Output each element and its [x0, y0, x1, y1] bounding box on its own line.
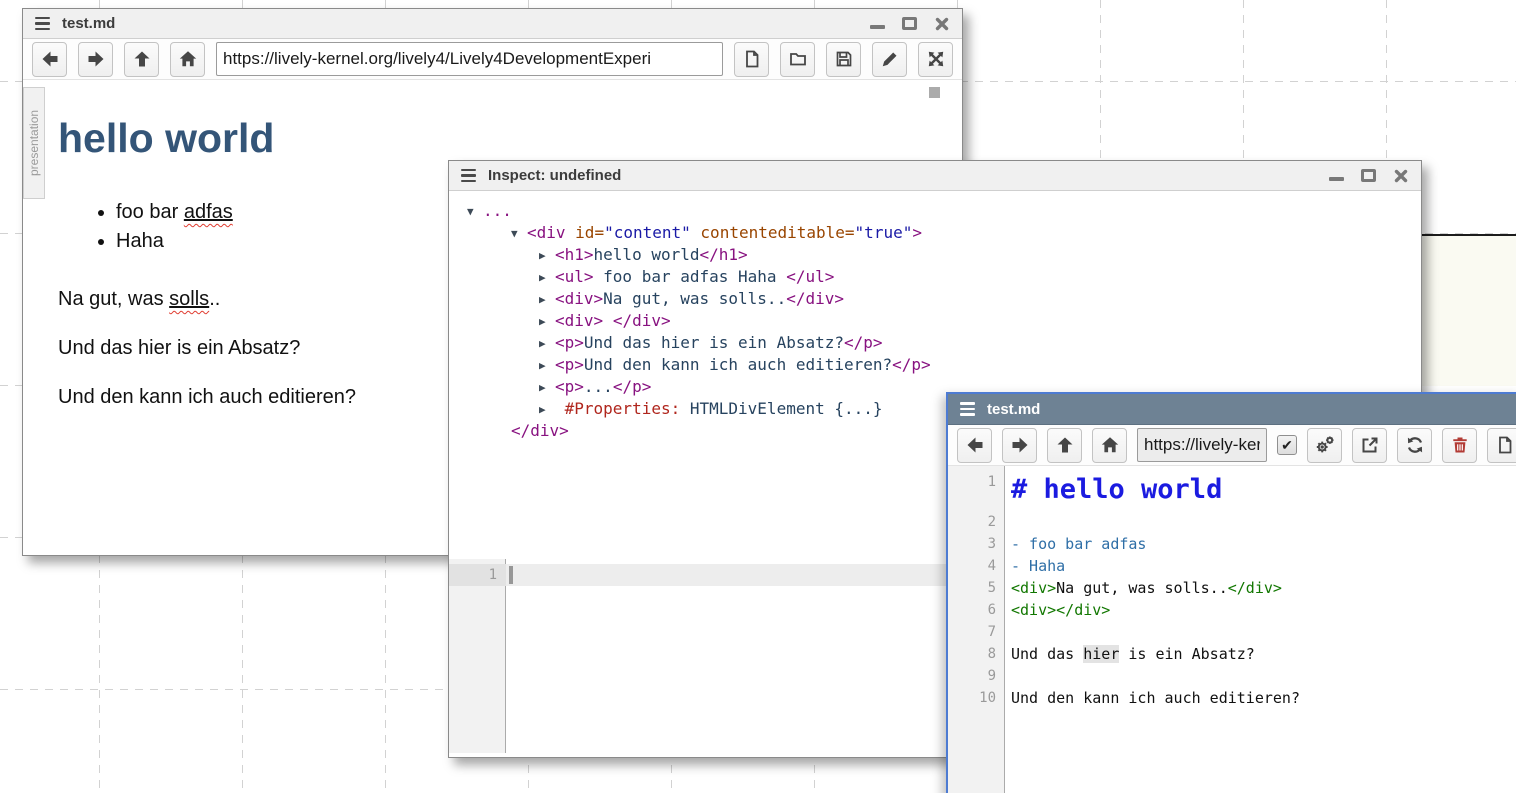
- line-number: 5: [948, 577, 1005, 599]
- editor-line: 6<div></div>: [948, 599, 1516, 621]
- menu-icon[interactable]: [461, 169, 476, 183]
- preview-heading: hello world: [58, 115, 942, 162]
- folder-button[interactable]: [780, 42, 815, 77]
- text-cursor: [509, 566, 513, 584]
- expand-arrow-icon[interactable]: ▶: [539, 355, 555, 377]
- back-button[interactable]: [957, 428, 992, 463]
- expand-arrow-icon[interactable]: ▶: [539, 267, 555, 289]
- window1-titlebar[interactable]: test.md: [23, 9, 962, 39]
- expand-arrow-icon[interactable]: ▼: [467, 201, 483, 223]
- forward-button[interactable]: [1002, 428, 1037, 463]
- expand-arrow-icon[interactable]: ▶: [539, 289, 555, 311]
- editor-line: 7: [948, 621, 1516, 643]
- editor-line: 8Und das hier is ein Absatz?: [948, 643, 1516, 665]
- tree-line[interactable]: ▶<ul> foo bar adfas Haha </ul>: [449, 266, 1421, 288]
- home-button[interactable]: [1092, 428, 1127, 463]
- home-button[interactable]: [170, 42, 205, 77]
- line-number: 7: [948, 621, 1005, 643]
- window3-titlebar[interactable]: test.md: [948, 394, 1516, 425]
- editor-line: 2: [948, 511, 1516, 533]
- tree-line[interactable]: ▶<p>Und den kann ich auch editieren?</p>: [449, 354, 1421, 376]
- line-number: 2: [948, 511, 1005, 533]
- settings-button[interactable]: [1307, 428, 1342, 463]
- maximize-icon[interactable]: [902, 17, 917, 30]
- new-file-button[interactable]: [734, 42, 769, 77]
- refresh-button[interactable]: [1397, 428, 1432, 463]
- markdown-editor[interactable]: 1# hello world23- foo bar adfas4- Haha5<…: [948, 466, 1516, 793]
- window-markdown-editor: test.md: [946, 392, 1516, 793]
- delete-button[interactable]: [1442, 428, 1477, 463]
- editor-line: 9: [948, 665, 1516, 687]
- desktop: test.md: [0, 0, 1516, 793]
- close-icon[interactable]: [1393, 168, 1409, 184]
- window1-title: test.md: [62, 15, 115, 32]
- editor-line: 3- foo bar adfas: [948, 533, 1516, 555]
- tree-line[interactable]: ▶<div>Na gut, was solls..</div>: [449, 288, 1421, 310]
- tree-line[interactable]: ▼...: [449, 200, 1421, 222]
- scrollbar-thumb[interactable]: [929, 87, 940, 98]
- editor-line: 10Und den kann ich auch editieren?: [948, 687, 1516, 709]
- save-button[interactable]: [826, 42, 861, 77]
- line-number: 1: [948, 471, 1005, 511]
- tree-line[interactable]: ▶<div> </div>: [449, 310, 1421, 332]
- line-number: 9: [948, 665, 1005, 687]
- note-card: [1406, 234, 1516, 386]
- expand-button[interactable]: [918, 42, 953, 77]
- menu-icon[interactable]: [960, 402, 975, 416]
- minimize-icon[interactable]: [870, 19, 885, 29]
- expand-arrow-icon[interactable]: ▼: [511, 223, 527, 245]
- expand-arrow-icon[interactable]: ▶: [539, 377, 555, 399]
- edit-button[interactable]: [872, 42, 907, 77]
- window2-titlebar[interactable]: Inspect: undefined: [449, 161, 1421, 191]
- expand-arrow-icon[interactable]: ▶: [539, 333, 555, 355]
- open-external-button[interactable]: [1352, 428, 1387, 463]
- line-number: 10: [948, 687, 1005, 709]
- close-icon[interactable]: [934, 16, 950, 32]
- line-number: 1: [449, 564, 506, 586]
- back-button[interactable]: [32, 42, 67, 77]
- maximize-icon[interactable]: [1361, 169, 1376, 182]
- tree-line[interactable]: ▼<div id="content" contenteditable="true…: [449, 222, 1421, 244]
- checkbox-checked-icon[interactable]: [1277, 435, 1297, 455]
- line-number: 3: [948, 533, 1005, 555]
- annotation-tab: presentation: [23, 87, 45, 199]
- new-file-button[interactable]: [1487, 428, 1516, 463]
- forward-button[interactable]: [78, 42, 113, 77]
- minimize-icon[interactable]: [1329, 171, 1344, 181]
- window3-title: test.md: [987, 401, 1040, 418]
- line-number: 6: [948, 599, 1005, 621]
- expand-arrow-icon[interactable]: ▶: [539, 245, 555, 267]
- tree-line[interactable]: ▶<p>Und das hier is ein Absatz?</p>: [449, 332, 1421, 354]
- editor-line: 5<div>Na gut, was solls..</div>: [948, 577, 1516, 599]
- line-number: 4: [948, 555, 1005, 577]
- editor-line: 4- Haha: [948, 555, 1516, 577]
- window2-title: Inspect: undefined: [488, 167, 621, 184]
- editor-line: 1# hello world: [948, 471, 1516, 511]
- url-input[interactable]: [1137, 428, 1267, 462]
- expand-arrow-icon[interactable]: ▶: [539, 311, 555, 333]
- up-button[interactable]: [124, 42, 159, 77]
- menu-icon[interactable]: [35, 17, 50, 31]
- line-number: 8: [948, 643, 1005, 665]
- expand-arrow-icon[interactable]: ▶: [539, 399, 555, 421]
- tree-line[interactable]: ▶<h1>hello world</h1>: [449, 244, 1421, 266]
- url-input[interactable]: [216, 42, 723, 76]
- up-button[interactable]: [1047, 428, 1082, 463]
- window1-toolbar: [23, 39, 962, 80]
- window3-toolbar: [948, 425, 1516, 466]
